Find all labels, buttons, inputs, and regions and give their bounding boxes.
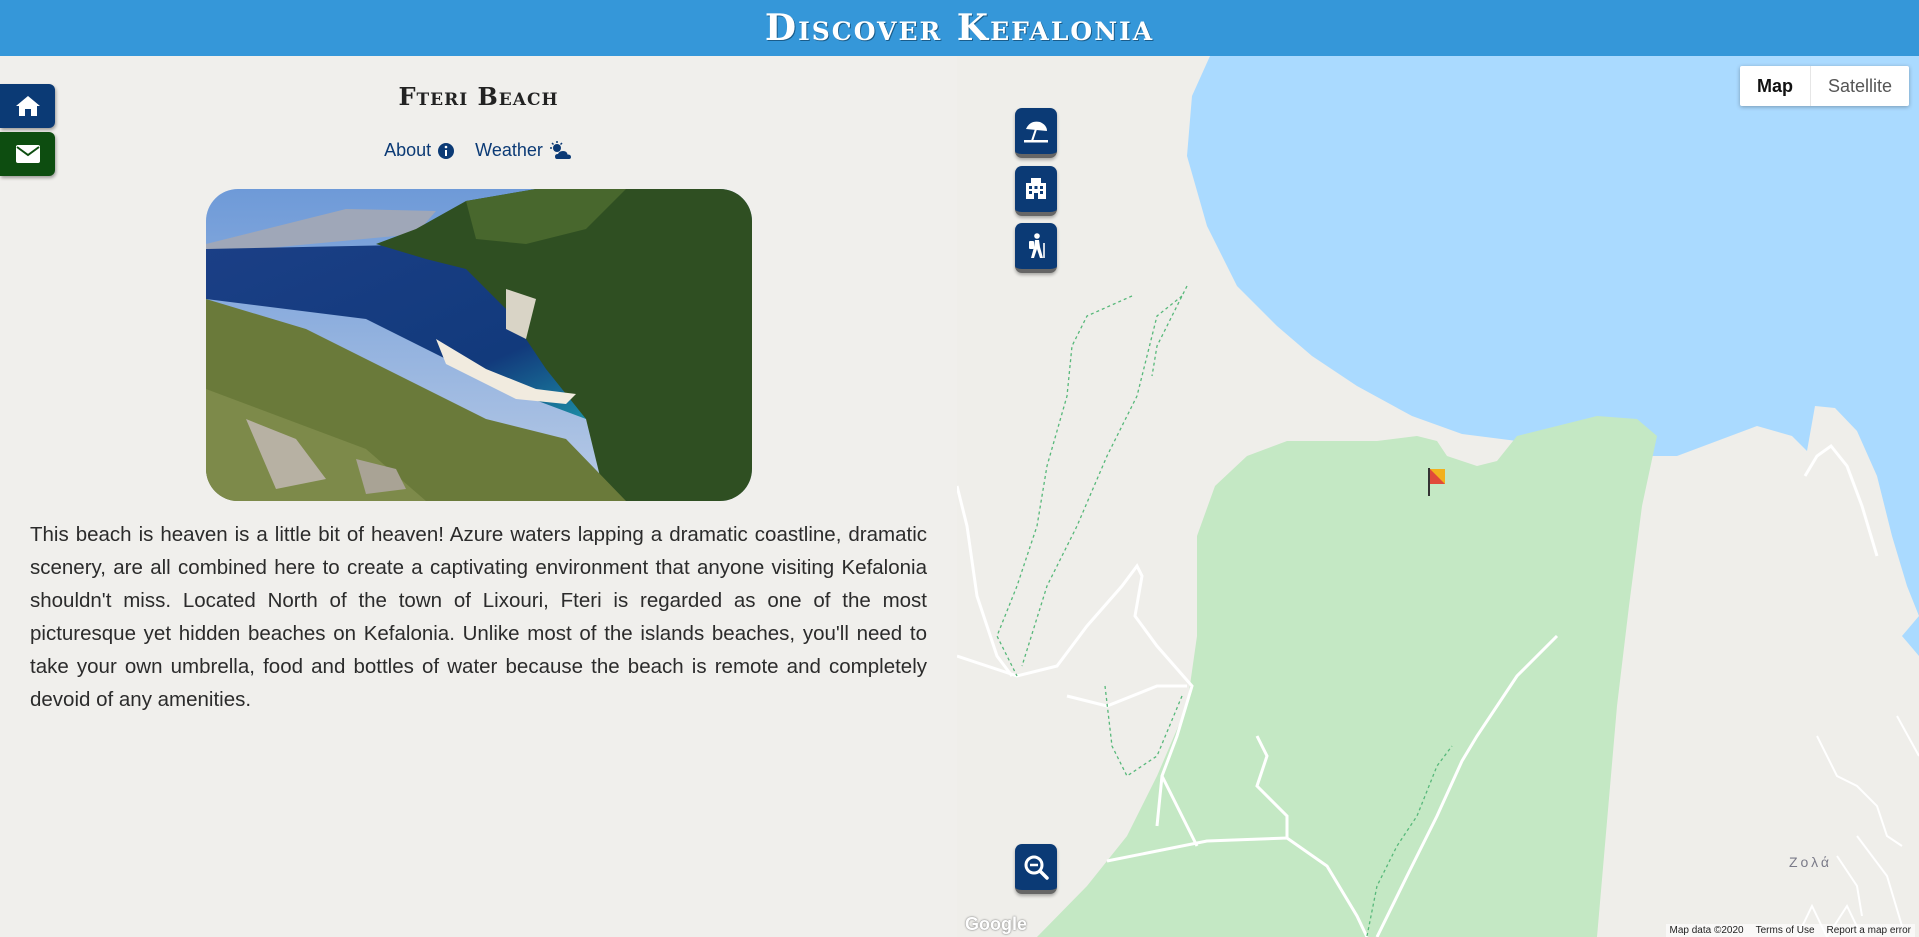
map-footer: Map data ©2020 Terms of Use Report a map… — [1665, 924, 1915, 937]
building-icon — [1026, 178, 1046, 199]
beach-info-panel: Fteri Beach About Weather This beach is … — [0, 56, 957, 937]
hotels-filter-button[interactable] — [1015, 166, 1057, 216]
info-circle-icon — [438, 142, 455, 159]
site-title[interactable]: Discover Kefalonia — [765, 7, 1154, 49]
google-logo[interactable]: Google — [965, 914, 1027, 935]
beaches-filter-button[interactable] — [1015, 108, 1057, 158]
village-label: Ζολά — [1789, 854, 1832, 870]
map-type-map-button[interactable]: Map — [1740, 66, 1811, 106]
tab-weather-label: Weather — [475, 140, 543, 160]
terms-link[interactable]: Terms of Use — [1756, 925, 1815, 936]
zoom-out-button[interactable] — [1015, 844, 1057, 894]
map-type-satellite-button[interactable]: Satellite — [1811, 66, 1909, 106]
tab-about[interactable]: About — [384, 140, 455, 161]
report-error-link[interactable]: Report a map error — [1827, 925, 1911, 936]
beach-photo — [206, 189, 752, 501]
tab-about-label: About — [384, 140, 432, 160]
tab-weather[interactable]: Weather — [475, 140, 573, 161]
map-canvas[interactable] — [957, 56, 1919, 937]
beach-title: Fteri Beach — [398, 82, 559, 111]
info-tabs: About Weather — [0, 140, 957, 161]
beach-umbrella-icon — [1024, 121, 1048, 143]
map-view[interactable]: Ζολά Map Satellite Google Map data ©2020… — [957, 56, 1919, 937]
zoom-out-icon — [1024, 855, 1049, 880]
map-data-credit: Map data ©2020 — [1669, 925, 1744, 936]
hiking-filter-button[interactable] — [1015, 223, 1057, 273]
hiking-icon — [1029, 233, 1045, 258]
site-header: Discover Kefalonia — [0, 0, 1919, 56]
map-type-toggle: Map Satellite — [1739, 66, 1909, 106]
beach-description: This beach is heaven is a little bit of … — [30, 523, 927, 711]
cloud-sun-icon — [549, 140, 571, 159]
